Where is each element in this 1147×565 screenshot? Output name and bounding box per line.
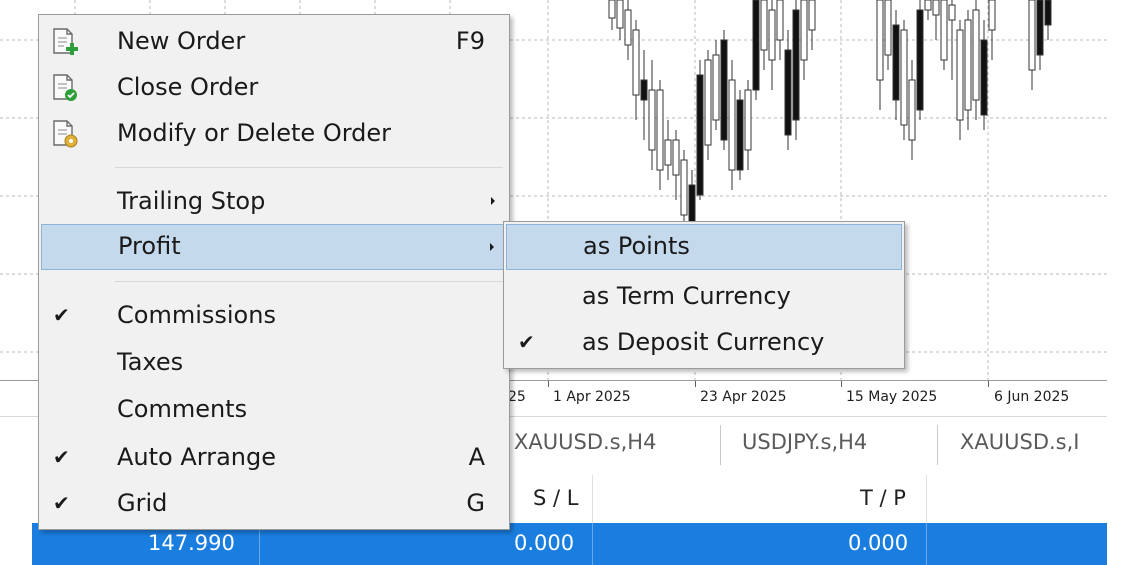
- profit-submenu: as Points as Term Currency ✔ as Deposit …: [503, 221, 905, 369]
- submenu-item-as-deposit-currency[interactable]: ✔ as Deposit Currency: [506, 320, 902, 364]
- close-order-icon: [51, 73, 79, 107]
- menu-item-label: Commissions: [117, 301, 276, 329]
- date-label: 6 Jun 2025: [994, 389, 1070, 405]
- date-label: 25: [508, 389, 526, 405]
- menu-item-profit[interactable]: Profit: [41, 224, 507, 270]
- submenu-item-as-term-currency[interactable]: as Term Currency: [506, 274, 902, 318]
- date-label: 23 Apr 2025: [700, 389, 787, 405]
- menu-item-label: Grid: [117, 489, 168, 517]
- menu-item-comments[interactable]: Comments: [41, 387, 507, 431]
- price-cell: 147.990: [148, 531, 235, 555]
- tp-cell: 0.000: [848, 531, 909, 555]
- sl-cell: 0.000: [514, 531, 575, 555]
- modify-order-icon: [51, 119, 79, 153]
- new-order-icon: [51, 27, 79, 61]
- tab-xauusd-h4[interactable]: XAUUSD.s,H4: [514, 430, 656, 454]
- tp-column-header[interactable]: T / P: [860, 486, 906, 510]
- shortcut-label: A: [468, 443, 485, 471]
- menu-item-trailing-stop[interactable]: Trailing Stop: [41, 179, 507, 223]
- menu-item-modify-order[interactable]: Modify or Delete Order: [41, 111, 507, 155]
- menu-item-label: Close Order: [117, 73, 259, 101]
- menu-item-grid[interactable]: ✔ Grid G: [41, 481, 507, 525]
- menu-item-close-order[interactable]: Close Order: [41, 65, 507, 109]
- sl-column-header[interactable]: S / L: [533, 486, 578, 510]
- menu-item-label: Comments: [117, 395, 248, 423]
- menu-item-label: Modify or Delete Order: [117, 119, 392, 147]
- menu-item-label: New Order: [117, 27, 246, 55]
- submenu-arrow-icon: [490, 243, 494, 251]
- menu-item-commissions[interactable]: ✔ Commissions: [41, 293, 507, 337]
- menu-item-label: Trailing Stop: [117, 187, 266, 215]
- tab-usdjpy-h4[interactable]: USDJPY.s,H4: [742, 430, 867, 454]
- checkmark-icon: ✔: [53, 445, 70, 469]
- menu-item-auto-arrange[interactable]: ✔ Auto Arrange A: [41, 435, 507, 479]
- menu-item-label: as Term Currency: [582, 282, 791, 310]
- shortcut-label: F9: [455, 27, 485, 55]
- menu-item-taxes[interactable]: Taxes: [41, 340, 507, 384]
- context-menu: New Order F9 Close Order Modify or Delet…: [38, 14, 510, 530]
- tab-xauusd[interactable]: XAUUSD.s,I: [960, 430, 1079, 454]
- menu-item-label: as Points: [583, 232, 690, 260]
- checkmark-icon: ✔: [53, 491, 70, 515]
- checkmark-icon: ✔: [518, 330, 535, 354]
- menu-item-label: Profit: [118, 232, 181, 260]
- submenu-item-as-points[interactable]: as Points: [506, 224, 902, 270]
- date-label: 1 Apr 2025: [553, 389, 631, 405]
- menu-item-label: Taxes: [117, 348, 184, 376]
- shortcut-label: G: [466, 489, 485, 517]
- menu-item-label: as Deposit Currency: [582, 328, 825, 356]
- checkmark-icon: ✔: [53, 303, 70, 327]
- menu-item-label: Auto Arrange: [117, 443, 276, 471]
- date-label: 15 May 2025: [846, 389, 938, 405]
- submenu-arrow-icon: [491, 197, 495, 205]
- menu-item-new-order[interactable]: New Order F9: [41, 19, 507, 63]
